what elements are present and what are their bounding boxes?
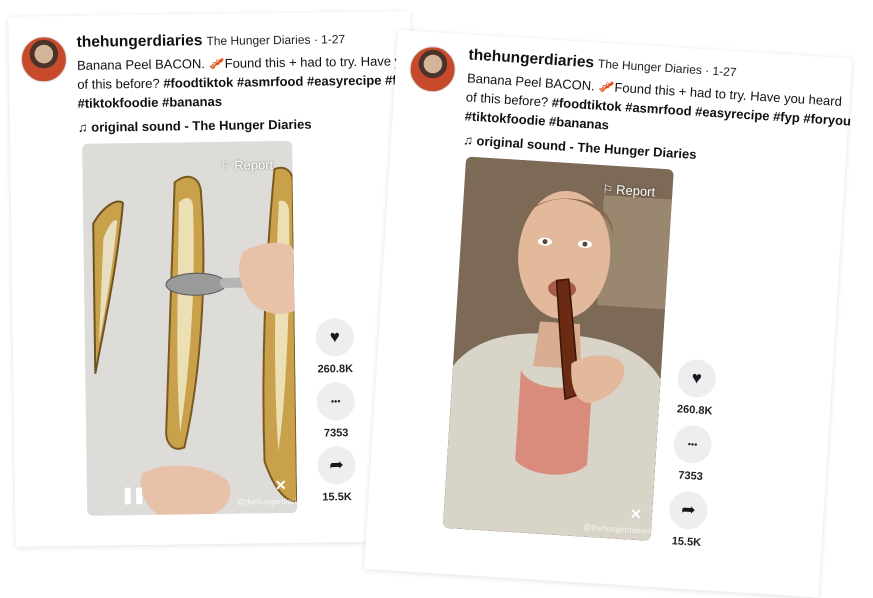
share-icon: ➦ — [317, 446, 356, 485]
hashtags[interactable]: #foodtiktok #asmrfood #easyrecipe #fyp — [163, 72, 412, 90]
comment-icon: ••• — [672, 424, 713, 465]
display-meta: The Hunger Diaries · 1-27 — [597, 56, 737, 80]
share-icon: ➦ — [668, 490, 709, 531]
sound-label: original sound - The Hunger Diaries — [91, 116, 312, 135]
username[interactable]: thehungerdiaries — [77, 32, 203, 51]
pause-icon[interactable]: ❚❚ — [121, 485, 144, 505]
comment-button[interactable]: ••• 7353 — [305, 382, 366, 440]
report-label: Report — [234, 157, 274, 173]
mute-icon[interactable]: ✕ — [630, 506, 643, 524]
like-count: 260.8K — [676, 403, 713, 418]
tiktok-watermark: @thehungerdiaries — [237, 496, 298, 507]
post-header: thehungerdiaries The Hunger Diaries · 1-2… — [77, 30, 346, 52]
post-card: thehungerdiaries The Hunger Diaries · 1-2… — [364, 30, 853, 598]
flag-icon: ⚐ — [220, 158, 232, 173]
heart-icon: ♥ — [676, 358, 717, 399]
comment-count: 7353 — [323, 427, 349, 440]
sound-link[interactable]: ♫ original sound - The Hunger Diaries — [78, 117, 312, 135]
like-button[interactable]: ♥ 260.8K — [305, 318, 366, 376]
avatar[interactable] — [408, 44, 458, 94]
share-button[interactable]: ➦ 15.5K — [306, 446, 367, 504]
music-icon: ♫ — [462, 132, 474, 148]
share-count: 15.5K — [671, 535, 702, 550]
caption-line-2: of this before? — [77, 75, 164, 92]
video-player[interactable]: ⚐ Report ✕ @thehungerdiaries — [442, 156, 674, 541]
username[interactable]: thehungerdiaries — [468, 46, 595, 71]
video-frame-woman-eating — [442, 156, 674, 541]
share-count: 15.5K — [322, 491, 352, 504]
report-button[interactable]: ⚐ Report — [220, 157, 273, 173]
report-button[interactable]: ⚐ Report — [602, 181, 656, 199]
video-player[interactable]: ⚐ Report ❚❚ ✕ @thehungerdiaries — [82, 140, 298, 516]
comment-button[interactable]: ••• 7353 — [660, 423, 723, 484]
avatar[interactable] — [20, 36, 68, 83]
heart-icon: ♥ — [315, 318, 355, 357]
display-meta: The Hunger Diaries · 1-27 — [206, 32, 346, 49]
report-label: Report — [615, 182, 656, 200]
caption: Banana Peel BACON. 🥓Found this + had to … — [77, 51, 453, 113]
flag-icon: ⚐ — [601, 182, 614, 197]
share-button[interactable]: ➦ 15.5K — [656, 489, 719, 550]
music-icon: ♫ — [77, 119, 88, 135]
comment-count: 7353 — [677, 469, 704, 484]
like-count: 260.8K — [317, 363, 354, 376]
comment-icon: ••• — [316, 382, 355, 421]
video-frame-banana-peels — [82, 140, 298, 516]
mute-icon[interactable]: ✕ — [275, 477, 287, 494]
like-button[interactable]: ♥ 260.8K — [664, 358, 727, 419]
post-card: thehungerdiaries The Hunger Diaries · 1-2… — [8, 11, 453, 547]
